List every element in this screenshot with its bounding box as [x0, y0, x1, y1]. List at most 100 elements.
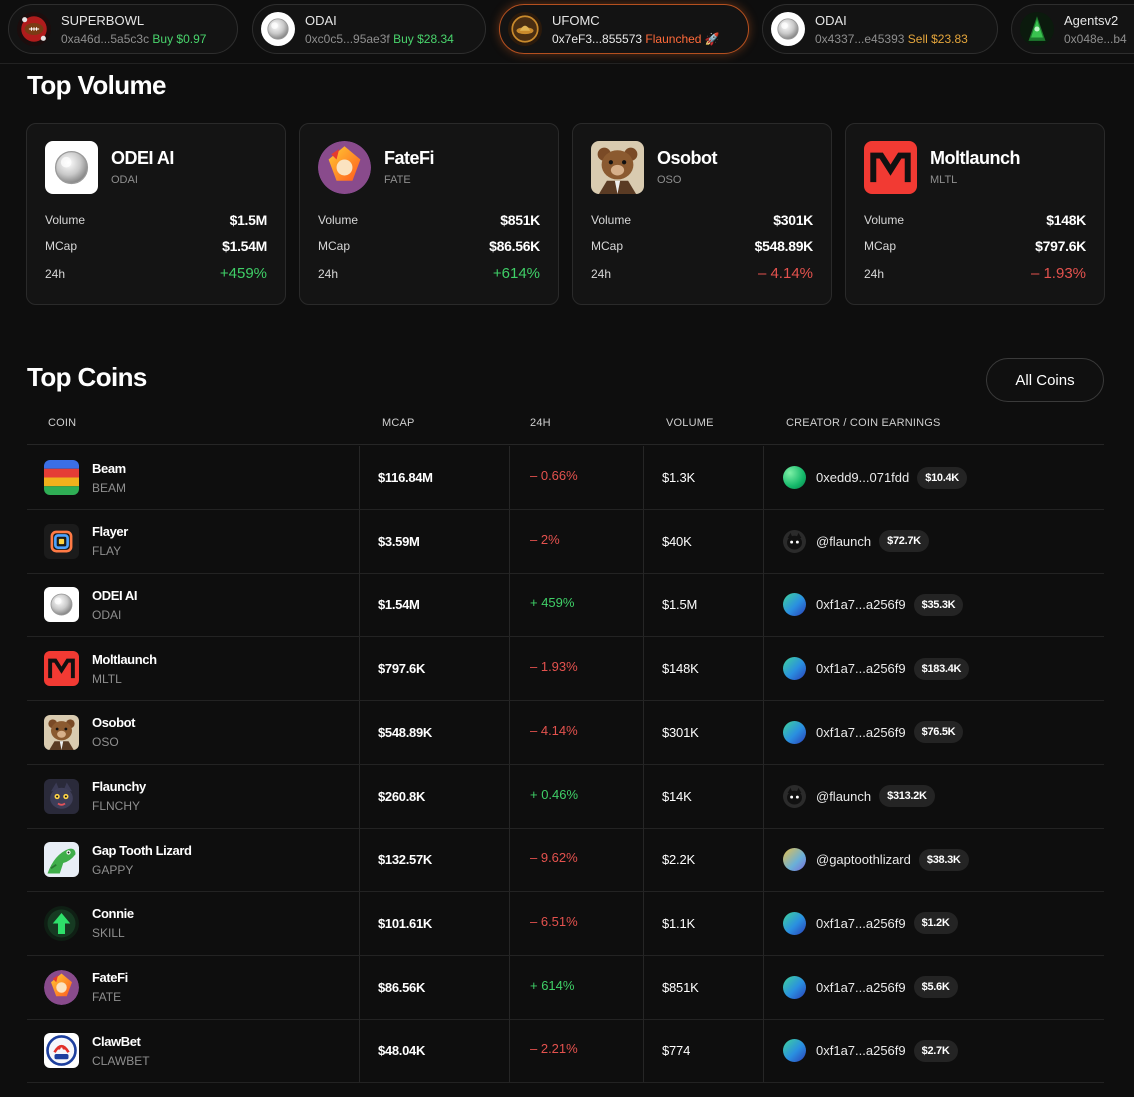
table-row[interactable]: FateFi FATE $86.56K + 614% $851K 0xf1a7...a25… — [27, 955, 1104, 1020]
creator-name[interactable]: 0xf1a7...a256f9 — [816, 916, 906, 931]
coin-ticker: GAPPY — [92, 862, 134, 877]
creator-cell[interactable]: @gaptoothlizard $38.3K — [763, 828, 1104, 892]
ticker-item[interactable]: UFOMC 0x7eF3...855573 Flaunched 🚀 — [499, 4, 749, 54]
column-header-coin[interactable]: COIN — [48, 417, 76, 429]
creator-avatar-icon — [783, 657, 806, 681]
osobot-logo-icon — [591, 141, 644, 194]
creator-avatar-icon — [783, 593, 806, 617]
card-coin-ticker: ODAI — [111, 174, 138, 186]
mcap-cell: $101.61K — [359, 891, 509, 955]
table-row[interactable]: Osobot OSO $548.89K – 4.14% $301K 0xf1a7...a2… — [27, 700, 1104, 765]
creator-name[interactable]: 0xf1a7...a256f9 — [816, 980, 906, 995]
card-volume: $1.5M — [229, 212, 268, 228]
flayer-logo-icon — [44, 524, 79, 559]
table-row[interactable]: ODEI AI ODAI $1.54M + 459% $1.5M 0xf1a7...a25… — [27, 573, 1104, 638]
creator-cell[interactable]: 0xf1a7...a256f9 $2.7K — [763, 1019, 1104, 1083]
coin-cell[interactable]: Flaunchy FLNCHY — [27, 765, 359, 828]
mcap-cell: $116.84M — [359, 446, 509, 509]
card-change: – 1.93% — [1030, 265, 1086, 282]
creator-cell[interactable]: 0xedd9...071fdd $10.4K — [763, 446, 1104, 509]
clawbet-logo-icon — [44, 1033, 79, 1068]
creator-cell[interactable]: 0xf1a7...a256f9 $76.5K — [763, 700, 1104, 764]
all-coins-button[interactable]: All Coins — [986, 358, 1104, 402]
table-row[interactable]: Flaunchy FLNCHY $260.8K + 0.46% $14K @flaunch… — [27, 764, 1104, 829]
coin-name: ODEI AI — [92, 587, 138, 603]
column-header-24h[interactable]: 24H — [530, 417, 551, 429]
change-cell: – 1.93% — [509, 637, 643, 701]
column-header-creator: CREATOR / COIN EARNINGS — [786, 417, 941, 429]
creator-cell[interactable]: 0xf1a7...a256f9 $183.4K — [763, 637, 1104, 701]
ticker-coin-name: UFOMC — [552, 12, 600, 28]
card-coin-ticker: MLTL — [930, 174, 958, 186]
creator-name[interactable]: 0xf1a7...a256f9 — [816, 1043, 906, 1058]
coin-cell[interactable]: ODEI AI ODAI — [27, 573, 359, 636]
ticker-item[interactable]: Agentsv2 0x048e...b4 — [1011, 4, 1134, 54]
table-row[interactable]: ClawBet CLAWBET $48.04K – 2.21% $774 0xf1a7..… — [27, 1019, 1104, 1084]
coin-cell[interactable]: Osobot OSO — [27, 701, 359, 764]
mcap-label: MCap — [318, 239, 351, 253]
ticker-coin-name: ODAI — [305, 12, 337, 28]
volume-cell: $851K — [643, 955, 763, 1019]
change-cell: – 9.62% — [509, 828, 643, 892]
creator-name[interactable]: @gaptoothlizard — [816, 852, 911, 867]
mcap-label: MCap — [45, 239, 78, 253]
beam-logo-icon — [44, 460, 79, 495]
volume-card[interactable]: Moltlaunch MLTL Volume $148K MCap $797.6K … — [845, 123, 1105, 305]
creator-cell[interactable]: @flaunch $313.2K — [763, 764, 1104, 828]
ticker-action: Flaunched 🚀 — [645, 31, 720, 46]
coin-name: Osobot — [92, 715, 136, 731]
table-row[interactable]: Gap Tooth Lizard GAPPY $132.57K – 9.62% $2.2… — [27, 828, 1104, 893]
ticker-coin-name: ODAI — [815, 12, 847, 28]
odai-avatar-icon — [261, 12, 295, 46]
card-volume: $851K — [500, 212, 540, 228]
change-label: 24h — [318, 266, 339, 281]
volume-cell: $148K — [643, 637, 763, 701]
creator-cell[interactable]: 0xf1a7...a256f9 $35.3K — [763, 573, 1104, 637]
top-coins-heading: Top Coins — [27, 362, 147, 392]
coin-cell[interactable]: ClawBet CLAWBET — [27, 1019, 359, 1082]
volume-cell: $1.5M — [643, 573, 763, 637]
coin-name: Beam — [92, 460, 126, 476]
creator-name[interactable]: @flaunch — [816, 789, 871, 804]
ticker-address: 0x4337...e45393 — [815, 31, 905, 46]
coin-cell[interactable]: Connie SKILL — [27, 892, 359, 955]
change-cell: + 614% — [509, 955, 643, 1019]
coin-cell[interactable]: Moltlaunch MLTL — [27, 637, 359, 700]
card-change: – 4.14% — [757, 265, 813, 282]
coin-cell[interactable]: FateFi FATE — [27, 956, 359, 1019]
table-row[interactable]: Flayer FLAY $3.59M – 2% $40K @flaunch $72.7K — [27, 509, 1104, 574]
coin-name: Moltlaunch — [92, 651, 157, 667]
creator-cell[interactable]: 0xf1a7...a256f9 $1.2K — [763, 891, 1104, 955]
creator-avatar-icon — [783, 975, 806, 999]
volume-card[interactable]: ODEI AI ODAI Volume $1.5M MCap $1.54M 24h +… — [26, 123, 286, 305]
ticker-item[interactable]: ODAI 0xc0c5...95ae3f Buy $28.34 — [252, 4, 486, 54]
earnings-badge: $2.7K — [913, 1039, 958, 1062]
table-row[interactable]: Connie SKILL $101.61K – 6.51% $1.1K 0xf1a7...… — [27, 891, 1104, 956]
table-row[interactable]: Beam BEAM $116.84M – 0.66% $1.3K 0xedd9...071… — [27, 446, 1104, 510]
column-header-volume[interactable]: VOLUME — [666, 417, 714, 429]
change-cell: – 0.66% — [509, 446, 643, 509]
creator-cell[interactable]: 0xf1a7...a256f9 $5.6K — [763, 955, 1104, 1019]
column-header-mcap[interactable]: MCAP — [382, 417, 415, 429]
coin-cell[interactable]: Flayer FLAY — [27, 510, 359, 573]
creator-avatar-icon — [783, 785, 806, 808]
creator-name[interactable]: 0xf1a7...a256f9 — [816, 597, 906, 612]
coin-cell[interactable]: Gap Tooth Lizard GAPPY — [27, 828, 359, 891]
creator-name[interactable]: @flaunch — [816, 534, 871, 549]
creator-name[interactable]: 0xedd9...071fdd — [816, 470, 909, 485]
coin-name: FateFi — [92, 970, 128, 986]
volume-card[interactable]: Osobot OSO Volume $301K MCap $548.89K 24h –… — [572, 123, 832, 305]
mcap-cell: $797.6K — [359, 637, 509, 701]
table-header: COIN MCAP 24H VOLUME CREATOR / COIN EARN… — [27, 406, 1104, 445]
activity-ticker: SUPERBOWL 0xa46d...5a5c3c Buy $0.97 ODAI… — [0, 0, 1134, 64]
creator-name[interactable]: 0xf1a7...a256f9 — [816, 725, 906, 740]
volume-label: Volume — [864, 213, 905, 227]
volume-card[interactable]: FateFi FATE Volume $851K MCap $86.56K 24h +… — [299, 123, 559, 305]
coin-cell[interactable]: Beam BEAM — [27, 446, 359, 509]
creator-name[interactable]: 0xf1a7...a256f9 — [816, 661, 906, 676]
creator-cell[interactable]: @flaunch $72.7K — [763, 509, 1104, 573]
ticker-item[interactable]: SUPERBOWL 0xa46d...5a5c3c Buy $0.97 — [8, 4, 238, 54]
table-row[interactable]: Moltlaunch MLTL $797.6K – 1.93% $148K 0xf1a7.… — [27, 637, 1104, 702]
coin-ticker: CLAWBET — [92, 1053, 150, 1068]
ticker-item[interactable]: ODAI 0x4337...e45393 Sell $23.83 — [762, 4, 998, 54]
